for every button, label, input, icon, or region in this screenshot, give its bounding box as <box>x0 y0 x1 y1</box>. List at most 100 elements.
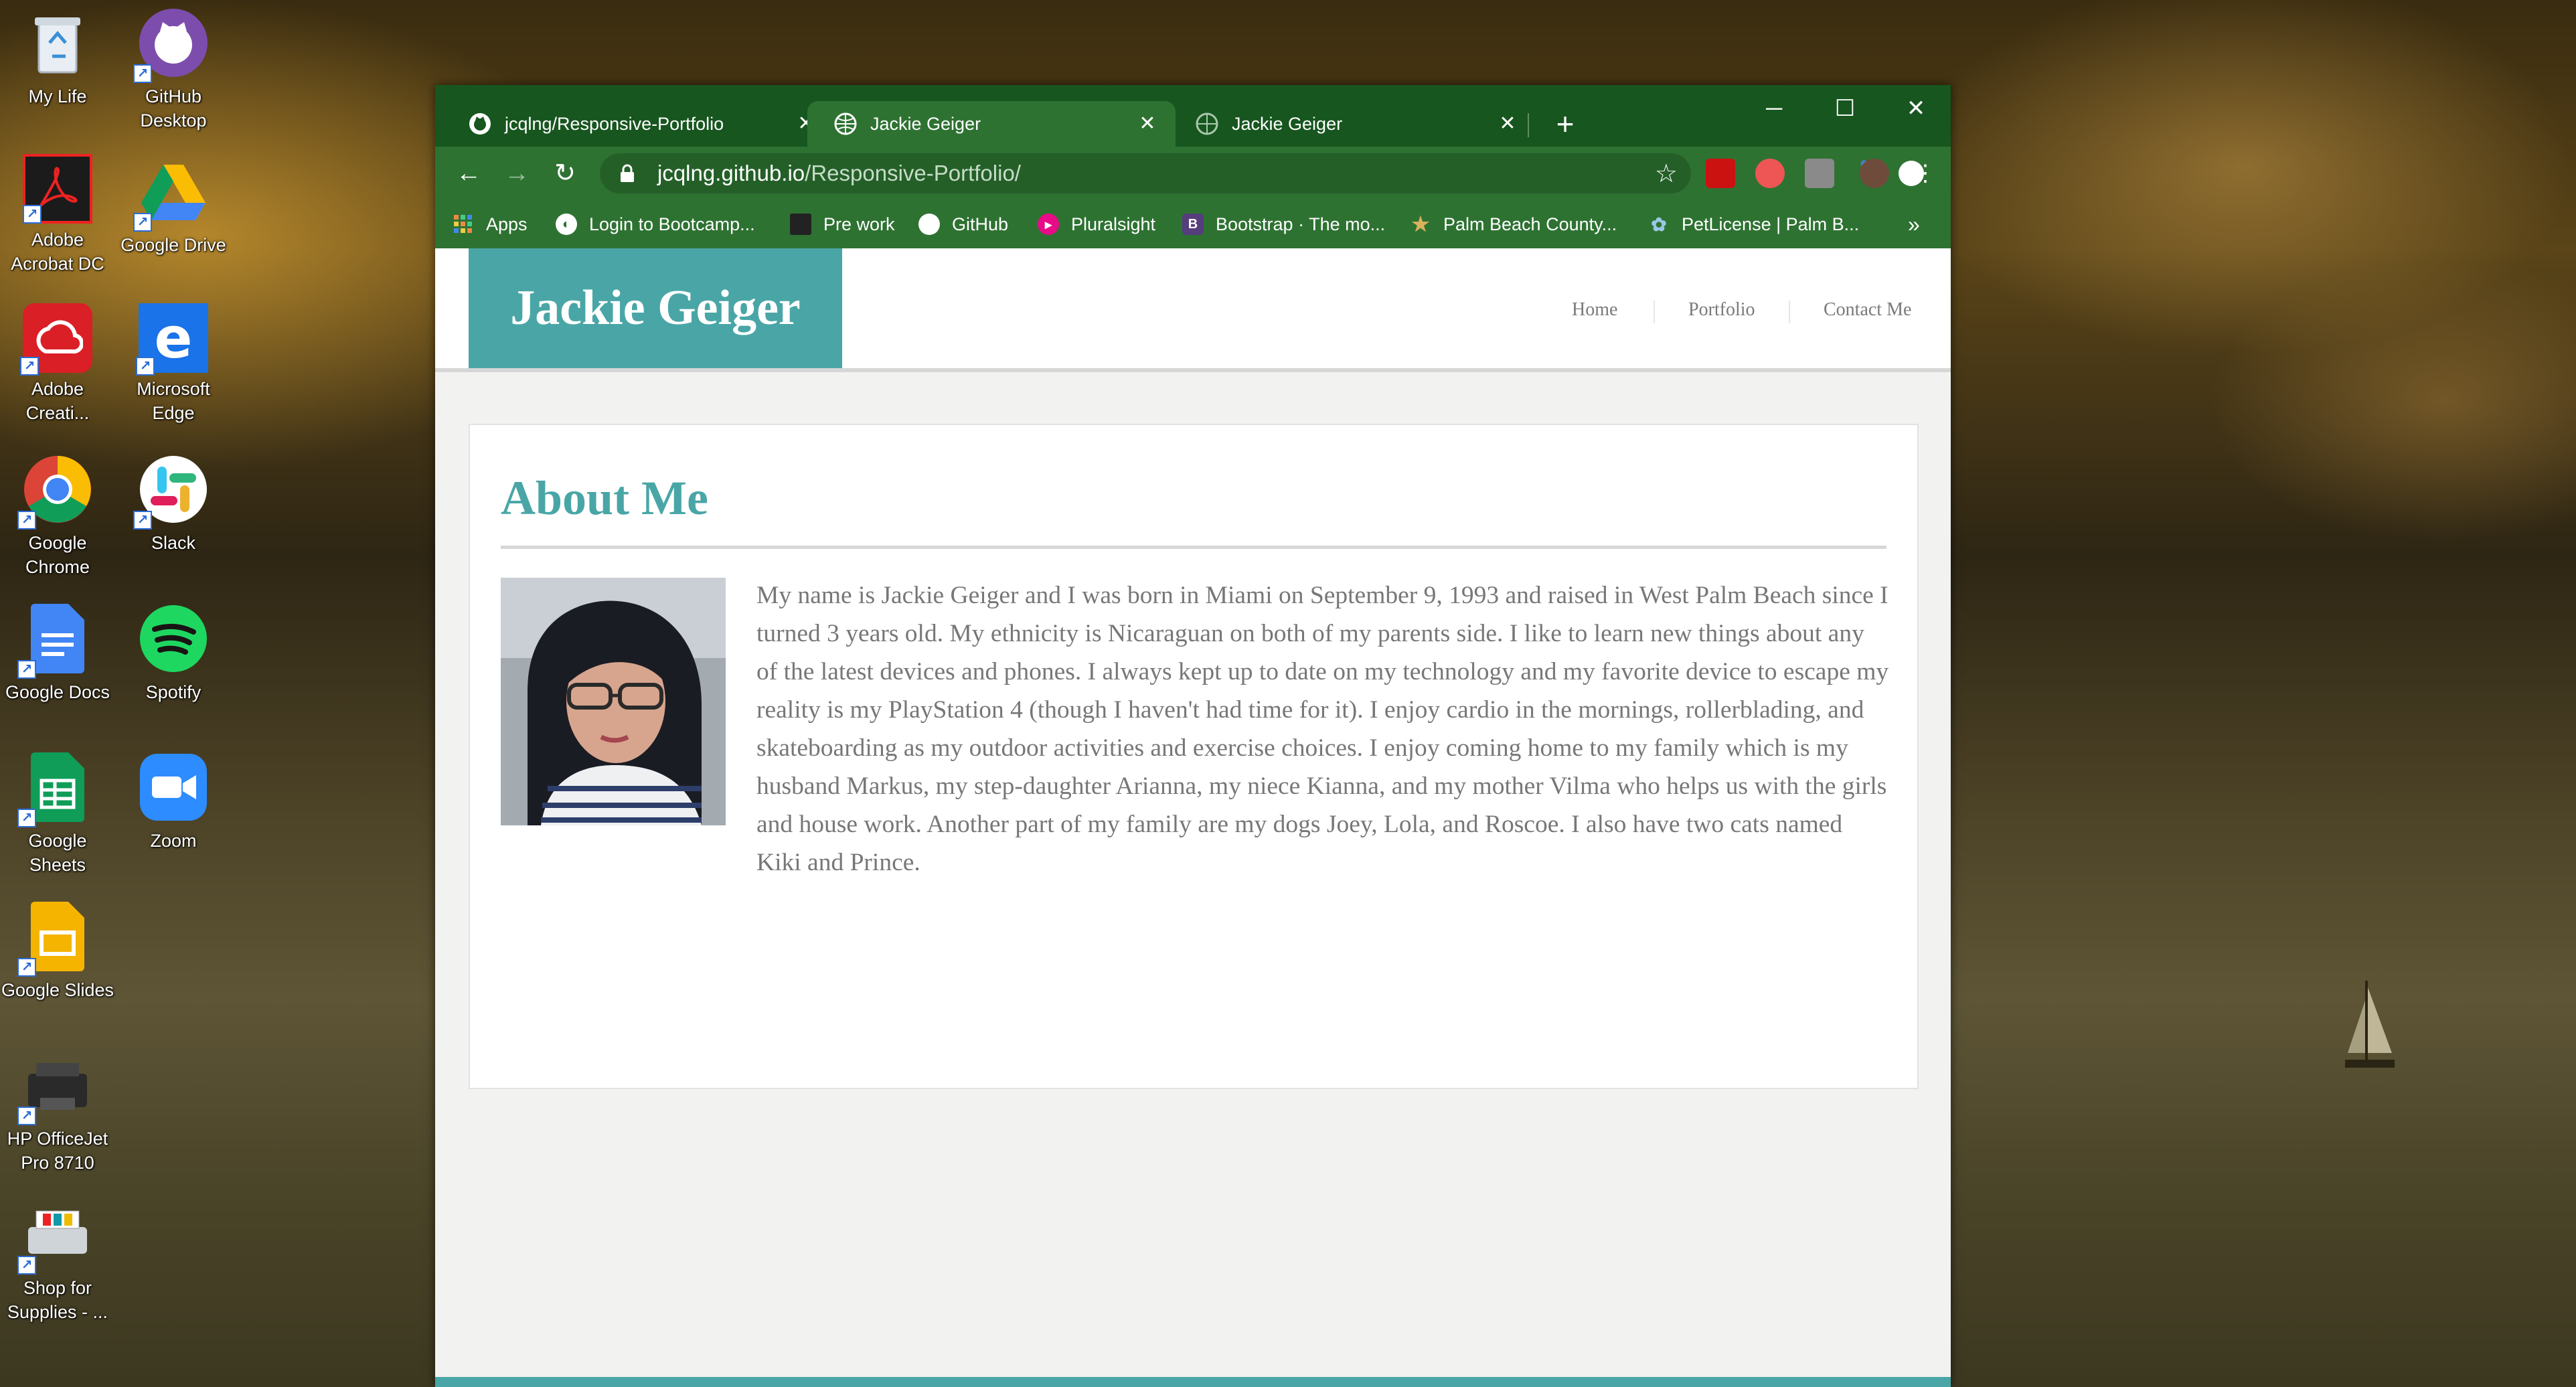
printer-icon: ↗ <box>17 1048 95 1125</box>
desktop-icon-label: Google <box>28 831 87 851</box>
google-chrome-icon: ↗ <box>17 452 95 529</box>
bookmark-petlicense[interactable]: ✿ PetLicense | Palm B... <box>1648 200 1859 248</box>
about-paragraph: My name is Jackie Geiger and I was born … <box>756 582 1889 876</box>
desktop-icon-zoom[interactable]: Zoom <box>116 744 231 878</box>
google-docs-icon: ↗ <box>17 601 95 679</box>
desktop-icon-label: Adobe <box>31 230 84 250</box>
github-icon <box>918 214 940 235</box>
globe-icon <box>834 112 857 135</box>
shortcut-arrow-icon: ↗ <box>17 958 36 977</box>
desktop-icon-google-docs[interactable]: ↗ Google Docs <box>0 596 115 730</box>
tab-title: Jackie Geiger <box>870 113 981 134</box>
github-icon <box>469 112 491 135</box>
desktop-icon-slack[interactable]: ↗ Slack <box>116 446 231 580</box>
printer-supplies-icon: ↗ <box>17 1197 95 1275</box>
desktop-icon-adobe-acrobat[interactable]: ↗ Adobe Acrobat DC <box>0 149 115 282</box>
forward-button[interactable]: → <box>497 153 537 193</box>
desktop-icon-label: Acrobat DC <box>11 254 104 274</box>
desktop-icon-github-desktop[interactable]: ↗ GitHub Desktop <box>116 0 231 134</box>
close-icon[interactable]: ✕ <box>1134 110 1161 137</box>
shortcut-arrow-icon: ↗ <box>133 64 152 83</box>
minimize-button[interactable]: ─ <box>1741 85 1807 132</box>
desktop-icon-google-sheets[interactable]: ↗ Google Sheets <box>0 744 115 878</box>
desktop-icon-label: Google <box>28 533 87 553</box>
desktop-icon-google-chrome[interactable]: ↗ Google Chrome <box>0 446 115 580</box>
desktop-icon-hp-officejet[interactable]: ↗ HP OfficeJet Pro 8710 <box>0 1042 115 1176</box>
google-slides-icon: ↗ <box>17 899 95 977</box>
shortcut-arrow-icon: ↗ <box>17 809 36 827</box>
bookmark-pre-work[interactable]: Pre work <box>790 200 895 248</box>
adobe-acrobat-icon: ↗ <box>23 154 92 224</box>
desktop-icon-my-life[interactable]: My Life <box>0 0 115 134</box>
reload-button[interactable]: ↻ <box>545 153 585 193</box>
bookmarks-bar: Apps ◐ Login to Bootcamp... Pre work Git… <box>435 200 1951 248</box>
recycle-bin-icon <box>20 5 95 80</box>
shortcut-arrow-icon: ↗ <box>136 357 155 376</box>
desktop-icon-spotify[interactable]: Spotify <box>116 596 231 730</box>
lock-icon <box>621 164 634 182</box>
nav-divider <box>1789 301 1790 323</box>
profile-avatar[interactable] <box>1860 159 1889 188</box>
microsoft-edge-icon: e ↗ <box>136 303 208 376</box>
desktop-icon-microsoft-edge[interactable]: e ↗ Microsoft Edge <box>116 298 231 432</box>
desktop-icon-label: My Life <box>28 86 87 106</box>
bookmark-apps[interactable]: Apps <box>453 200 528 248</box>
desktop-icon-label: Adobe <box>31 379 84 399</box>
browser-menu-button[interactable]: ⋮ <box>1905 153 1945 193</box>
desktop-icon-label: Slack <box>151 533 196 553</box>
heading-divider <box>501 546 1886 549</box>
tab-jackie-geiger-active[interactable]: Jackie Geiger ✕ <box>807 101 1176 147</box>
bookmark-star-icon[interactable]: ☆ <box>1655 159 1678 189</box>
google-sheets-icon: ↗ <box>17 750 95 827</box>
globe-icon: ◐ <box>556 214 577 235</box>
wallpaper-sailboat <box>2345 981 2395 1068</box>
address-bar[interactable]: jcqlng.github.io/Responsive-Portfolio/ ☆ <box>600 153 1691 193</box>
bookmark-label: Login to Bootcamp... <box>589 214 755 234</box>
tab-jackie-geiger[interactable]: Jackie Geiger ✕ <box>1169 101 1536 147</box>
screen-recorder-extension-icon[interactable] <box>1755 159 1785 188</box>
shortcut-arrow-icon: ↗ <box>17 660 36 679</box>
shortcut-arrow-icon: ↗ <box>133 511 152 529</box>
more-bookmarks-button[interactable]: » <box>1908 200 1920 248</box>
desktop-icon-label: Sheets <box>29 855 86 875</box>
bookmark-label: Apps <box>486 214 528 234</box>
new-tab-button[interactable]: + <box>1546 105 1584 143</box>
nav-contact[interactable]: Contact Me <box>1824 299 1911 321</box>
tab-github-repo[interactable]: jcqlng/Responsive-Portfolio ✕ <box>442 101 834 147</box>
nav-portfolio[interactable]: Portfolio <box>1688 299 1755 321</box>
about-heading: About Me <box>501 471 708 525</box>
desktop-icon-label: Edge <box>152 403 195 423</box>
maximize-button[interactable]: ☐ <box>1812 85 1878 132</box>
desktop-icon-shop-for-supplies[interactable]: ↗ Shop for Supplies - ... <box>0 1192 115 1325</box>
bookmark-palm-beach-county[interactable]: ★ Palm Beach County... <box>1410 200 1617 248</box>
acrobat-extension-icon[interactable] <box>1706 159 1735 188</box>
bookmark-bootstrap[interactable]: B Bootstrap · The mo... <box>1182 200 1385 248</box>
bookmark-label: Bootstrap · The mo... <box>1216 214 1386 234</box>
bookmark-login-bootcamp[interactable]: ◐ Login to Bootcamp... <box>556 200 755 248</box>
star-badge-icon: ★ <box>1411 213 1430 236</box>
bookmark-label: PetLicense | Palm B... <box>1682 214 1860 234</box>
tab-strip: jcqlng/Responsive-Portfolio ✕ Jackie Gei… <box>435 85 1951 147</box>
close-icon[interactable]: ✕ <box>1494 110 1521 137</box>
bookmark-pluralsight[interactable]: ▸ Pluralsight <box>1038 200 1155 248</box>
about-card: About Me My name is Jackie Geiger and I … <box>469 424 1919 1089</box>
desktop-icon-label: Supplies - ... <box>7 1302 108 1322</box>
extension-icon[interactable] <box>1805 159 1834 188</box>
close-window-button[interactable]: ✕ <box>1882 85 1949 132</box>
desktop-icon-adobe-creative-cloud[interactable]: ↗ Adobe Creati... <box>0 298 115 432</box>
bookmark-github[interactable]: GitHub <box>918 200 1008 248</box>
desktop-icon-google-slides[interactable]: ↗ Google Slides <box>0 894 115 1028</box>
shortcut-arrow-icon: ↗ <box>17 1107 36 1125</box>
desktop-icon-label: HP OfficeJet <box>7 1129 108 1149</box>
shortcut-arrow-icon: ↗ <box>20 357 39 376</box>
site-header: Jackie Geiger Home Portfolio Contact Me <box>435 248 1951 372</box>
site-brand[interactable]: Jackie Geiger <box>469 248 842 368</box>
bookmark-label: Pre work <box>823 214 895 234</box>
tab-title: jcqlng/Responsive-Portfolio <box>505 113 724 134</box>
tab-separator <box>1528 113 1529 137</box>
desktop-icon-label: Google Drive <box>120 235 226 255</box>
profile-photo <box>501 578 726 825</box>
desktop-icon-google-drive[interactable]: ↗ Google Drive <box>116 149 231 282</box>
nav-home[interactable]: Home <box>1572 299 1617 321</box>
back-button[interactable]: ← <box>449 153 489 193</box>
